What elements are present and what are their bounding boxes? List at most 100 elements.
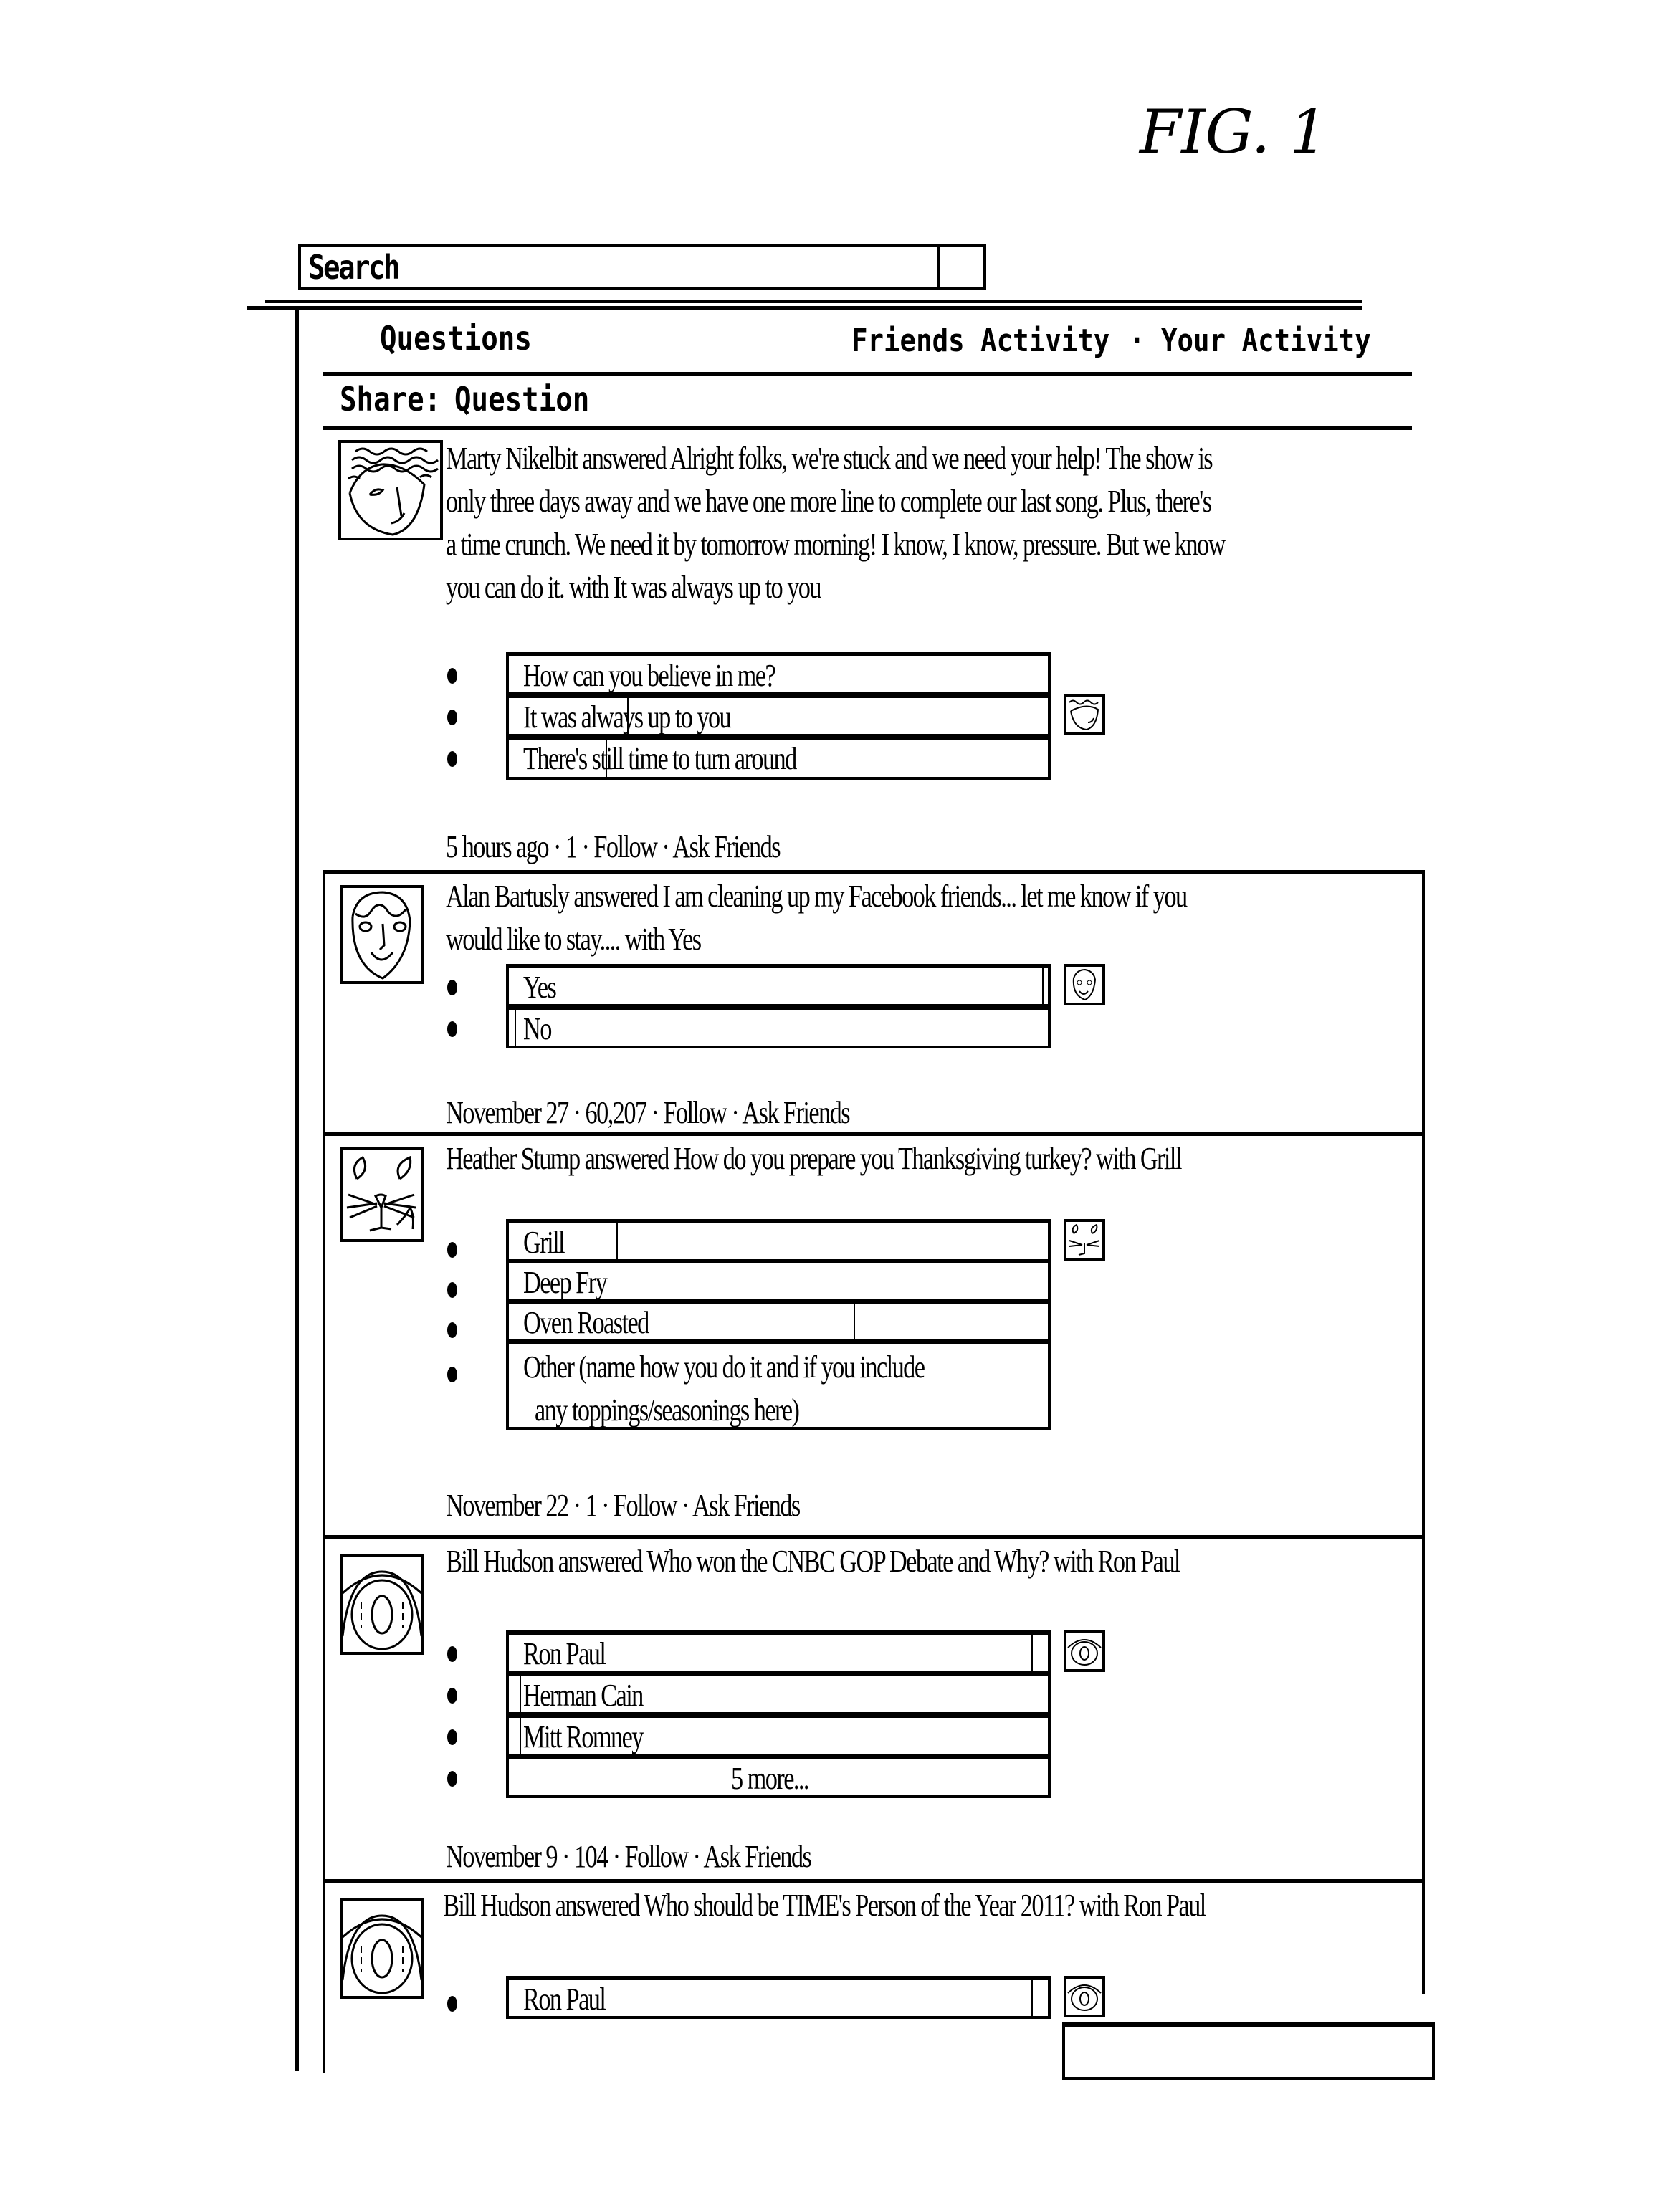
share-label: Share: bbox=[340, 380, 442, 419]
feed-item: Alan Bartusly answered I am cleaning up … bbox=[323, 870, 1425, 1135]
poll-option[interactable]: Other (name how you do it and if you inc… bbox=[506, 1339, 1051, 1430]
poll-option[interactable]: Mitt Romney bbox=[506, 1714, 1051, 1757]
bullet-icon bbox=[447, 1322, 457, 1338]
header-divider-bottom bbox=[247, 306, 1362, 310]
ask-friends-link[interactable]: Ask Friends bbox=[742, 1095, 850, 1130]
show-more-options-button[interactable]: 5 more... bbox=[506, 1755, 1051, 1798]
bullet-icon bbox=[447, 1688, 457, 1704]
feed-item-meta: November 27 · 60,207 · Follow · Ask Frie… bbox=[446, 1095, 851, 1130]
oval-face-avatar-icon[interactable] bbox=[340, 885, 424, 984]
figure-label: FIG. 1 bbox=[1140, 97, 1328, 167]
poll-option[interactable]: Herman Cain bbox=[506, 1672, 1051, 1715]
poll-option[interactable]: Yes bbox=[506, 964, 1051, 1007]
timestamp: November 9 bbox=[446, 1839, 558, 1874]
ask-friends-link[interactable]: Ask Friends bbox=[704, 1839, 812, 1874]
poll-option-fill bbox=[509, 1718, 522, 1754]
answer-count: 104 bbox=[573, 1839, 608, 1874]
bullet-icon bbox=[447, 1729, 457, 1745]
empty-panel bbox=[1062, 2022, 1435, 2080]
bullet-icon bbox=[447, 1021, 457, 1037]
poll-option-label: Ron Paul bbox=[523, 1982, 606, 2017]
feed-item: Bill Hudson answered Who won the CNBC GO… bbox=[323, 1535, 1425, 1882]
cat-face-avatar-icon[interactable] bbox=[340, 1147, 424, 1242]
tab-separator: · bbox=[1129, 323, 1145, 359]
poll-option[interactable]: There's still time to turn around bbox=[506, 735, 1051, 780]
bullet-icon bbox=[447, 1282, 457, 1298]
poll-option-fill bbox=[509, 1010, 516, 1046]
responder-avatar-icon[interactable] bbox=[1064, 1630, 1105, 1672]
responder-avatar-icon[interactable] bbox=[1064, 1219, 1105, 1261]
poll-option-label: Mitt Romney bbox=[523, 1719, 644, 1754]
responder-avatar-icon[interactable] bbox=[1064, 694, 1105, 735]
follow-link[interactable]: Follow bbox=[593, 829, 657, 864]
ask-friends-link[interactable]: Ask Friends bbox=[692, 1488, 801, 1523]
poll-option[interactable]: Ron Paul bbox=[506, 1630, 1051, 1673]
feed-item: Heather Stump answered How do you prepar… bbox=[323, 1132, 1425, 1538]
poll-option[interactable]: Oven Roasted bbox=[506, 1299, 1051, 1342]
poll-option-label: Deep Fry bbox=[523, 1265, 608, 1300]
poll-option-label: How can you believe in me? bbox=[523, 658, 776, 693]
bullet-icon bbox=[447, 1367, 457, 1382]
poll-option-fill bbox=[509, 968, 1044, 1004]
poll-option[interactable]: Grill bbox=[506, 1219, 1051, 1262]
poll-option-label: Ron Paul bbox=[523, 1636, 606, 1671]
timestamp: November 22 bbox=[446, 1488, 569, 1523]
share-question-button[interactable]: Question bbox=[454, 380, 589, 419]
follow-link[interactable]: Follow bbox=[614, 1488, 677, 1523]
bullet-icon bbox=[447, 668, 457, 684]
wavy-hair-face-avatar-icon[interactable] bbox=[338, 440, 443, 540]
poll-option-label-line2: any toppings/seasonings here) bbox=[535, 1392, 800, 1428]
poll-option[interactable]: No bbox=[506, 1005, 1051, 1048]
bullet-icon bbox=[447, 1242, 457, 1258]
responder-avatar-icon[interactable] bbox=[1064, 1976, 1105, 2017]
bullet-icon bbox=[447, 751, 457, 767]
feed-item-text-line: would like to stay.... with Yes bbox=[446, 922, 702, 957]
tabs-divider bbox=[323, 372, 1412, 376]
poll-option[interactable]: It was always up to you bbox=[506, 694, 1051, 737]
feed-item-text-line: Alan Bartusly answered I am cleaning up … bbox=[446, 879, 1188, 914]
poll-option-label: It was always up to you bbox=[523, 699, 732, 735]
poll-option-label: Other (name how you do it and if you inc… bbox=[523, 1349, 925, 1385]
tab-your-activity[interactable]: Your Activity bbox=[1161, 323, 1371, 359]
show-more-label: 5 more... bbox=[731, 1761, 810, 1796]
poll-option-label: No bbox=[523, 1011, 552, 1046]
feed-item-text-line: only three days away and we have one mor… bbox=[446, 484, 1212, 519]
bullet-icon bbox=[447, 1771, 457, 1787]
bullet-icon bbox=[447, 980, 457, 995]
eye-avatar-icon[interactable] bbox=[340, 1898, 424, 1999]
tab-friends-activity[interactable]: Friends Activity bbox=[851, 323, 1109, 359]
search-input[interactable]: Search bbox=[308, 248, 400, 287]
feed-item-text-line: you can do it. with It was always up to … bbox=[446, 570, 822, 605]
feed-item-meta: 5 hours ago · 1 · Follow · Ask Friends bbox=[446, 829, 781, 864]
feed-item-text-line: Bill Hudson answered Who should be TIME'… bbox=[443, 1888, 1206, 1923]
poll-option[interactable]: Deep Fry bbox=[506, 1259, 1051, 1302]
feed-item-meta: November 22 · 1 · Follow · Ask Friends bbox=[446, 1488, 801, 1523]
poll-option[interactable]: How can you believe in me? bbox=[506, 652, 1051, 695]
answer-count: 60,207 bbox=[585, 1095, 648, 1130]
answer-count: 1 bbox=[565, 829, 578, 864]
answer-count: 1 bbox=[585, 1488, 598, 1523]
follow-link[interactable]: Follow bbox=[625, 1839, 689, 1874]
page-title: Questions bbox=[380, 319, 532, 358]
eye-avatar-icon[interactable] bbox=[340, 1554, 424, 1655]
page-frame-left bbox=[295, 308, 299, 2071]
bullet-icon bbox=[447, 710, 457, 725]
search-box[interactable]: Search bbox=[298, 244, 986, 290]
header-divider-top bbox=[265, 300, 1362, 303]
feed-item-right-border bbox=[1422, 1879, 1425, 1994]
ask-friends-link[interactable]: Ask Friends bbox=[672, 829, 781, 864]
responder-avatar-icon[interactable] bbox=[1064, 964, 1105, 1005]
feed-item-text-line: Bill Hudson answered Who won the CNBC GO… bbox=[446, 1544, 1180, 1579]
follow-link[interactable]: Follow bbox=[663, 1095, 727, 1130]
feed-item: Marty Nikelbit answered Alright folks, w… bbox=[323, 430, 1426, 873]
poll-option-fill bbox=[509, 1676, 522, 1712]
timestamp: November 27 bbox=[446, 1095, 569, 1130]
feed-item-text-line: Marty Nikelbit answered Alright folks, w… bbox=[446, 441, 1213, 476]
bullet-icon bbox=[447, 1646, 457, 1662]
bullet-icon bbox=[447, 1996, 457, 2012]
search-button[interactable] bbox=[937, 247, 983, 287]
poll-option-label: Oven Roasted bbox=[523, 1305, 649, 1340]
poll-option-label: Herman Cain bbox=[523, 1678, 644, 1713]
poll-option[interactable]: Ron Paul bbox=[506, 1976, 1051, 2019]
feed-item-meta: November 9 · 104 · Follow · Ask Friends bbox=[446, 1839, 812, 1874]
